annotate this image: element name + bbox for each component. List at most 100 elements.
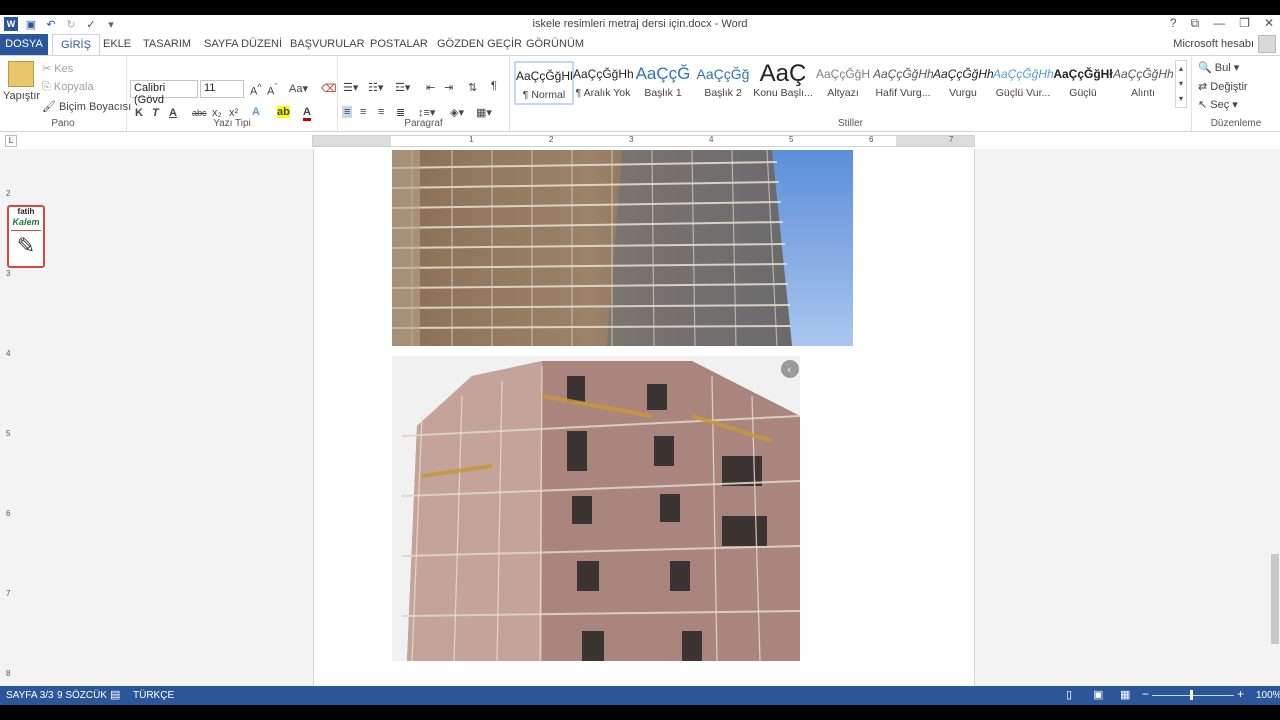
increase-indent-icon[interactable]: ⇥ xyxy=(444,81,453,94)
tab-tasarim[interactable]: TASARIM xyxy=(143,38,191,50)
align-right-icon[interactable]: ≡ xyxy=(378,106,384,118)
word-count[interactable]: 9 SÖZCÜK xyxy=(57,690,107,701)
replace-button[interactable]: Değiştir xyxy=(1210,81,1247,93)
tab-basvurular[interactable]: BAŞVURULAR xyxy=(290,38,365,50)
zoom-slider-thumb[interactable] xyxy=(1190,690,1193,700)
scrollbar-thumb[interactable] xyxy=(1271,554,1279,644)
cut-button[interactable]: Kes xyxy=(54,63,73,75)
style-sample: AaÇçĞğ xyxy=(696,66,750,82)
ribbon: Yapıştır ✂ Kes ⎘ Kopyala 🖌 Biçim Boyacıs… xyxy=(0,55,1280,132)
tab-dosya[interactable]: DOSYA xyxy=(0,34,48,55)
align-left-icon[interactable]: ≡ xyxy=(342,106,353,118)
ruler-tick: 5 xyxy=(6,429,11,438)
tab-selector-icon[interactable]: L xyxy=(5,135,17,147)
window-title: iskele resimleri metraj dersi için.docx … xyxy=(532,18,748,30)
style-aralik-yok[interactable]: AaÇçĞğHh ¶ Aralık Yok xyxy=(573,61,633,105)
fatih-kalem-button[interactable]: fatih Kalem ✎ xyxy=(7,205,45,268)
zoom-level[interactable]: 100% xyxy=(1256,690,1280,701)
style-alinti[interactable]: AaÇçĞğHh Alıntı xyxy=(1113,61,1173,105)
copy-button[interactable]: Kopyala xyxy=(54,81,94,93)
show-marks-icon[interactable]: ¶ xyxy=(491,80,497,92)
font-size-combo[interactable]: 11 xyxy=(200,80,244,98)
tab-giris[interactable]: GİRİŞ xyxy=(52,34,100,56)
web-layout-icon[interactable]: ▦ xyxy=(1120,688,1130,701)
clear-format-icon[interactable]: ⌫ xyxy=(321,82,337,95)
multilevel-list-icon[interactable]: ☲▾ xyxy=(395,81,410,94)
style-guclu-vurgu[interactable]: AaÇçĞğHh Güçlü Vur... xyxy=(993,61,1053,105)
tab-sayfa-duzeni[interactable]: SAYFA DÜZENİ xyxy=(204,38,282,50)
format-painter-button[interactable]: Biçim Boyacısı xyxy=(59,101,131,113)
font-group: Calibri (Gövd 11 A^ Aˇ Aa▾ ⌫ K T A abc x… xyxy=(127,56,338,131)
ruler-tick: 6 xyxy=(6,509,11,518)
account-label[interactable]: Microsoft hesabı xyxy=(1173,38,1254,50)
change-case-icon[interactable]: Aa▾ xyxy=(289,82,308,95)
avatar[interactable] xyxy=(1258,35,1276,53)
strikethrough-icon[interactable]: abc xyxy=(192,108,207,118)
ruler-tick: 4 xyxy=(709,135,714,144)
style-name: ¶ Aralık Yok xyxy=(575,87,631,99)
style-name: Vurgu xyxy=(949,87,977,99)
bullets-icon[interactable]: ☰▾ xyxy=(343,81,358,94)
zoom-in-icon[interactable]: + xyxy=(1237,687,1244,701)
sort-icon[interactable]: ⇅ xyxy=(468,81,477,94)
horizontal-ruler[interactable]: 1 2 3 4 5 6 7 xyxy=(312,135,975,147)
style-baslik-1[interactable]: AaÇçĞ Başlık 1 xyxy=(633,61,693,105)
font-name-combo[interactable]: Calibri (Gövd xyxy=(130,80,198,106)
document-area: 2 3 4 5 6 7 8 ‹ xyxy=(0,149,1270,686)
ruler-tick: 2 xyxy=(6,189,11,198)
ribbon-tabs: DOSYA GİRİŞ EKLE TASARIM SAYFA DÜZENİ BA… xyxy=(0,34,1280,56)
style-sample: AaÇ xyxy=(759,61,807,87)
tab-postalar[interactable]: POSTALAR xyxy=(370,38,428,50)
decrease-indent-icon[interactable]: ⇤ xyxy=(426,81,435,94)
style-name: Hafif Vurg... xyxy=(875,87,931,99)
proofing-icon[interactable]: ▤ xyxy=(110,688,120,701)
style-guclu[interactable]: AaÇçĞğHł Güçlü xyxy=(1053,61,1113,105)
page-count[interactable]: SAYFA 3/3 xyxy=(6,690,54,701)
text-effects-icon[interactable]: A xyxy=(252,106,260,118)
editing-group: 🔍 Bul ▾ ⇄ Değiştir ↖ Seç ▾ Düzenleme xyxy=(1192,56,1280,131)
zoom-slider[interactable] xyxy=(1152,695,1234,696)
restore-button[interactable]: ❐ xyxy=(1239,16,1250,31)
grow-font-icon[interactable]: A^ xyxy=(250,82,262,98)
zoom-out-icon[interactable]: − xyxy=(1142,687,1149,701)
style-sample: AaÇçĞğHh xyxy=(933,67,993,81)
editing-group-label: Düzenleme xyxy=(1210,118,1262,129)
scaffolding-photo-2[interactable]: ‹ xyxy=(392,356,800,661)
status-bar: SAYFA 3/3 9 SÖZCÜK ▤ TÜRKÇE ▯ ▣ ▦ − + 10… xyxy=(0,686,1280,705)
language[interactable]: TÜRKÇE xyxy=(133,690,174,701)
ruler-tick: 4 xyxy=(6,349,11,358)
paste-icon[interactable] xyxy=(8,61,34,87)
tab-gorunum[interactable]: GÖRÜNÜM xyxy=(526,38,584,50)
minimize-button[interactable]: — xyxy=(1213,16,1225,31)
styles-scroll-icon[interactable]: ▴ ▾ ▾ xyxy=(1175,60,1187,108)
style-normal[interactable]: AaÇçĞğHh ¶ Normal xyxy=(514,61,574,105)
help-button[interactable]: ? xyxy=(1170,16,1177,31)
style-altyazi[interactable]: AaÇçĞğH Altyazı xyxy=(813,61,873,105)
read-mode-icon[interactable]: ▯ xyxy=(1066,688,1072,701)
style-name: Altyazı xyxy=(827,87,859,99)
paragraph-group-label: Paragraf xyxy=(404,118,443,129)
ribbon-display-button[interactable]: ⧉ xyxy=(1191,16,1200,31)
vertical-scrollbar[interactable] xyxy=(1270,149,1280,686)
style-vurgu[interactable]: AaÇçĞğHh Vurgu xyxy=(933,61,993,105)
find-button[interactable]: Bul xyxy=(1215,62,1231,74)
style-hafif-vurgu[interactable]: AaÇçĞğHh Hafif Vurg... xyxy=(873,61,933,105)
align-center-icon[interactable]: ≡ xyxy=(360,106,366,118)
close-button[interactable]: ✕ xyxy=(1264,16,1274,31)
shrink-font-icon[interactable]: Aˇ xyxy=(267,82,277,98)
document-page[interactable]: ‹ xyxy=(313,149,975,686)
paste-button[interactable]: Yapıştır xyxy=(3,90,40,102)
style-konu-basligi[interactable]: AaÇ Konu Başlı... xyxy=(753,61,813,105)
select-button[interactable]: Seç xyxy=(1210,99,1229,111)
tab-gozden-gecir[interactable]: GÖZDEN GEÇİR xyxy=(437,38,522,50)
style-sample: AaÇçĞğHł xyxy=(1053,67,1113,81)
ruler-tick: 3 xyxy=(6,269,11,278)
scaffolding-photo-1[interactable] xyxy=(392,150,853,346)
highlight-icon[interactable]: ab xyxy=(277,106,290,118)
styles-group-label: Stiller xyxy=(837,118,863,129)
print-layout-icon[interactable]: ▣ xyxy=(1093,688,1103,701)
style-sample: AaÇçĞğH xyxy=(815,67,871,81)
style-baslik-2[interactable]: AaÇçĞğ Başlık 2 xyxy=(693,61,753,105)
tab-ekle[interactable]: EKLE xyxy=(103,38,131,50)
numbering-icon[interactable]: ☷▾ xyxy=(368,81,383,94)
